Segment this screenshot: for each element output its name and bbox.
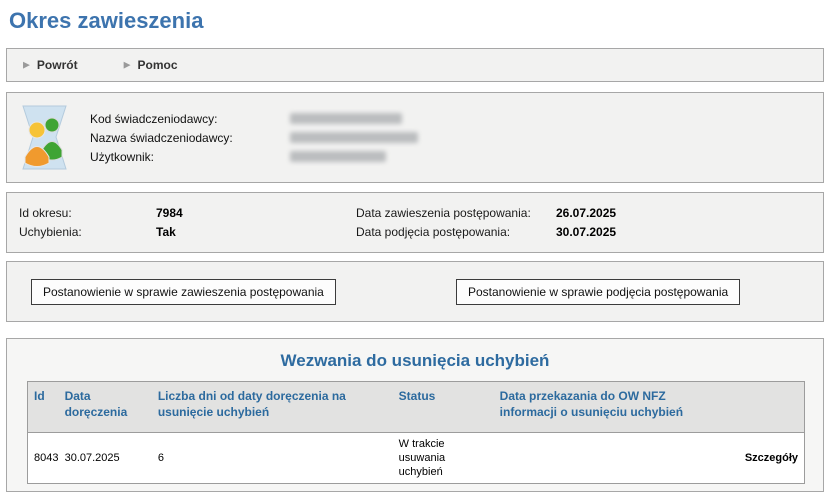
detail-label: Data podjęcia postępowania: (356, 225, 556, 239)
page: Okres zawieszenia ▶ Powrót ▶ Pomoc Kod ś… (0, 0, 830, 492)
period-details-panel: Id okresu: 7984 Uchybienia: Tak Data zaw… (6, 192, 824, 253)
calls-section-title: Wezwania do usunięcia uchybień (27, 351, 803, 371)
calls-section: Wezwania do usunięcia uchybień Id Data d… (6, 338, 824, 492)
redacted-value (290, 132, 418, 143)
actions-panel: Postanowienie w sprawie zawieszenia post… (6, 261, 824, 322)
detail-row-id-okresu: Id okresu: 7984 (19, 204, 356, 222)
detail-label: Uchybienia: (19, 225, 156, 239)
suspension-resolution-button[interactable]: Postanowienie w sprawie zawieszenia post… (31, 279, 336, 305)
column-header-data-przekazania: Data przekazania do OW NFZ informacji o … (494, 382, 727, 433)
arrow-right-icon: ▶ (23, 60, 30, 69)
detail-row-data-podjecia: Data podjęcia postępowania: 30.07.2025 (356, 224, 616, 242)
column-header-data-doreczenia: Data doręczenia (59, 382, 152, 433)
cell-details: Szczegóły (727, 433, 805, 484)
column-header-liczba-dni: Liczba dni od daty doręczenia na usunięc… (152, 382, 393, 433)
info-row-kod: Kod świadczeniodawcy: (90, 110, 418, 128)
detail-value: 30.07.2025 (556, 225, 616, 239)
toolbar: ▶ Powrót ▶ Pomoc (6, 48, 824, 82)
redacted-value (290, 113, 402, 124)
provider-info-fields: Kod świadczeniodawcy: Nazwa świadczeniod… (90, 110, 418, 166)
table-row: 8043 30.07.2025 6 W trakcie usuwania uch… (28, 433, 805, 484)
detail-value: 26.07.2025 (556, 206, 616, 220)
cell-delivery-date: 30.07.2025 (59, 433, 152, 484)
detail-value: 7984 (156, 206, 183, 220)
page-title: Okres zawieszenia (9, 8, 824, 34)
cell-id: 8043 (28, 433, 59, 484)
info-row-uzytkownik: Użytkownik: (90, 148, 418, 166)
details-link[interactable]: Szczegóły (745, 452, 798, 464)
cell-status: W trakcie usuwania uchybień (393, 433, 494, 484)
column-header-status: Status (393, 382, 494, 433)
info-row-nazwa: Nazwa świadczeniodawcy: (90, 129, 418, 147)
detail-value: Tak (156, 225, 176, 239)
info-label: Nazwa świadczeniodawcy: (90, 131, 290, 145)
detail-row-uchybienia: Uchybienia: Tak (19, 224, 356, 242)
detail-label: Id okresu: (19, 206, 156, 220)
users-icon (21, 105, 68, 170)
toolbar-item-label: Pomoc (138, 58, 178, 72)
detail-label: Data zawieszenia postępowania: (356, 206, 556, 220)
resumption-resolution-button[interactable]: Postanowienie w sprawie podjęcia postępo… (456, 279, 740, 305)
toolbar-item-label: Powrót (37, 58, 78, 72)
toolbar-item-powrot[interactable]: ▶ Powrót (23, 58, 78, 72)
period-details-right: Data zawieszenia postępowania: 26.07.202… (356, 204, 616, 241)
column-header-id: Id (28, 382, 59, 433)
info-label: Kod świadczeniodawcy: (90, 112, 290, 126)
info-label: Użytkownik: (90, 150, 290, 164)
provider-info-panel: Kod świadczeniodawcy: Nazwa świadczeniod… (6, 92, 824, 183)
redacted-value (290, 151, 386, 162)
cell-transfer-date (494, 433, 727, 484)
column-header-details (727, 382, 805, 433)
calls-table: Id Data doręczenia Liczba dni od daty do… (27, 381, 805, 484)
cell-days: 6 (152, 433, 393, 484)
toolbar-item-pomoc[interactable]: ▶ Pomoc (124, 58, 178, 72)
arrow-right-icon: ▶ (124, 60, 131, 69)
calls-table-header: Id Data doręczenia Liczba dni od daty do… (28, 382, 805, 433)
detail-row-data-zawieszenia: Data zawieszenia postępowania: 26.07.202… (356, 204, 616, 222)
period-details-left: Id okresu: 7984 Uchybienia: Tak (19, 204, 356, 241)
